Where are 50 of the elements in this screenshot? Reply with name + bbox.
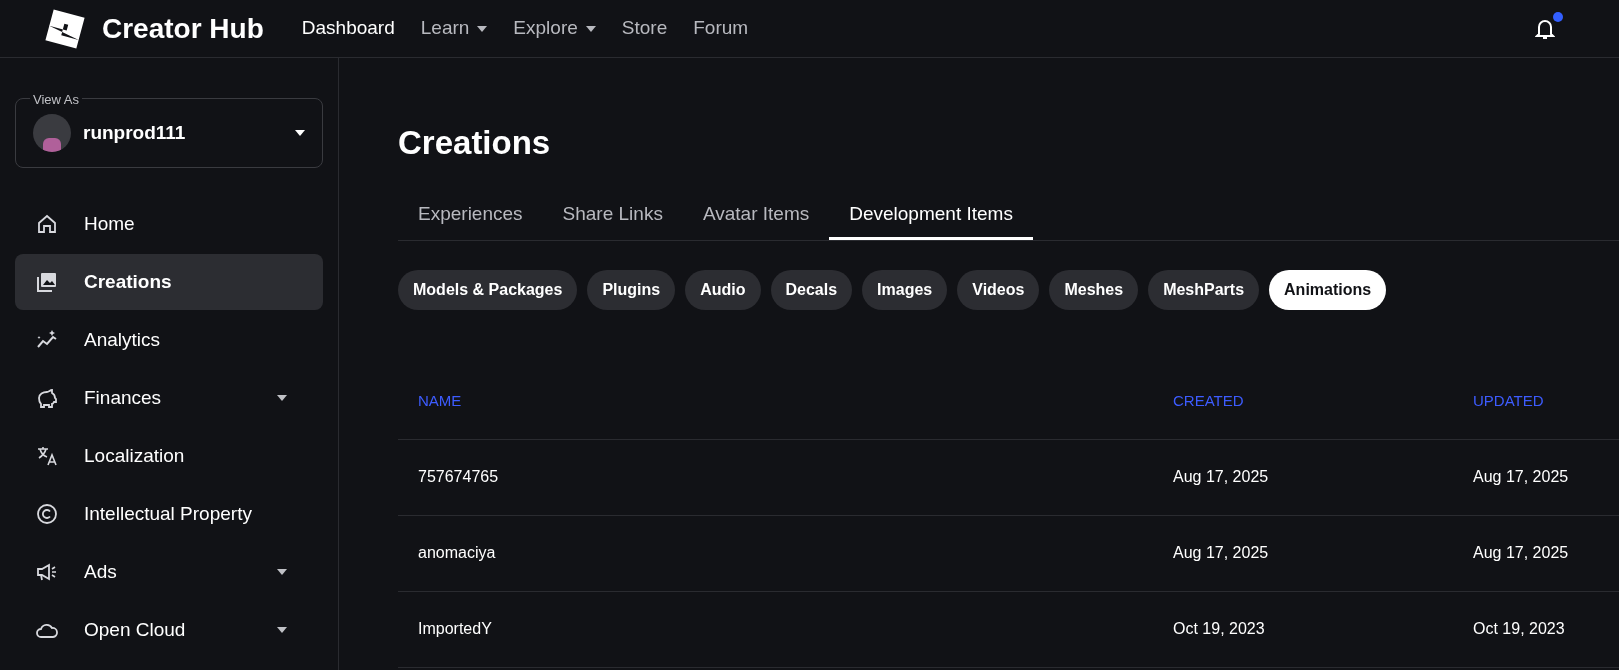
sidebar-item[interactable]: Finances — [15, 370, 323, 426]
sidebar-item[interactable]: Intellectual Property — [15, 486, 323, 542]
nav-link[interactable]: Store — [621, 14, 668, 43]
filter-chip[interactable]: Videos — [957, 269, 1040, 310]
filter-chip[interactable]: Decals — [770, 269, 853, 310]
tab[interactable]: Share Links — [542, 191, 683, 240]
table-cell-text: Aug 17, 2025 — [1473, 543, 1570, 563]
column-header[interactable]: CREATED — [1173, 389, 1473, 413]
avatar — [33, 114, 71, 152]
table-cell-text: Oct 19, 2023 — [1173, 619, 1266, 639]
table-cell-text: anomaciya — [417, 543, 497, 563]
sidebar-item[interactable]: Ads — [15, 544, 323, 600]
brand-link[interactable]: Creator Hub — [102, 7, 264, 50]
nav-link[interactable]: Dashboard — [301, 14, 395, 43]
table-cell-text: Aug 17, 2025 — [1473, 467, 1570, 487]
table-cell-text: ImportedY — [417, 619, 493, 639]
piggy-bank-icon — [35, 386, 59, 410]
copyright-icon — [35, 502, 59, 526]
filter-chip[interactable]: Images — [862, 269, 948, 310]
filter-chip[interactable]: MeshParts — [1148, 269, 1260, 310]
caret-icon — [295, 130, 305, 136]
page-title: Creations — [398, 123, 552, 163]
sidebar-item[interactable]: Creations — [15, 254, 323, 310]
sidebar-item[interactable]: Localization — [15, 428, 323, 484]
sidebar-item[interactable]: Open Cloud — [15, 602, 323, 658]
home-icon — [35, 212, 59, 236]
notification-bell-icon[interactable] — [1535, 17, 1555, 40]
logo-icon[interactable] — [44, 7, 86, 50]
tab[interactable]: Development Items — [829, 191, 1033, 240]
table-cell-text: Oct 19, 2023 — [1473, 619, 1566, 639]
nav-link[interactable]: Learn — [420, 14, 488, 43]
tab[interactable]: Avatar Items — [682, 191, 830, 240]
filter-chip[interactable]: Plugins — [587, 269, 676, 310]
table-cell-text: Aug 17, 2025 — [1173, 467, 1270, 487]
images-icon — [35, 270, 59, 294]
filter-chip[interactable]: Audio — [685, 269, 761, 310]
sidebar-item[interactable]: Home — [15, 196, 323, 252]
username: runprod111 — [83, 120, 186, 145]
table-cell-text: 757674765 — [417, 467, 500, 487]
column-header[interactable]: NAME — [398, 389, 1173, 413]
filter-chip[interactable]: Models & Packages — [398, 269, 578, 310]
sidebar-item[interactable]: Analytics — [15, 312, 323, 368]
column-header[interactable]: UPDATED — [1473, 389, 1619, 413]
tab[interactable]: Experiences — [398, 191, 543, 240]
filter-chip[interactable]: Meshes — [1049, 269, 1139, 310]
nav-link[interactable]: Forum — [693, 14, 749, 43]
translate-icon — [35, 444, 59, 468]
nav-link[interactable]: Explore — [513, 14, 596, 43]
table-cell-text: Aug 17, 2025 — [1173, 543, 1270, 563]
filter-chip[interactable]: Animations — [1269, 269, 1387, 310]
